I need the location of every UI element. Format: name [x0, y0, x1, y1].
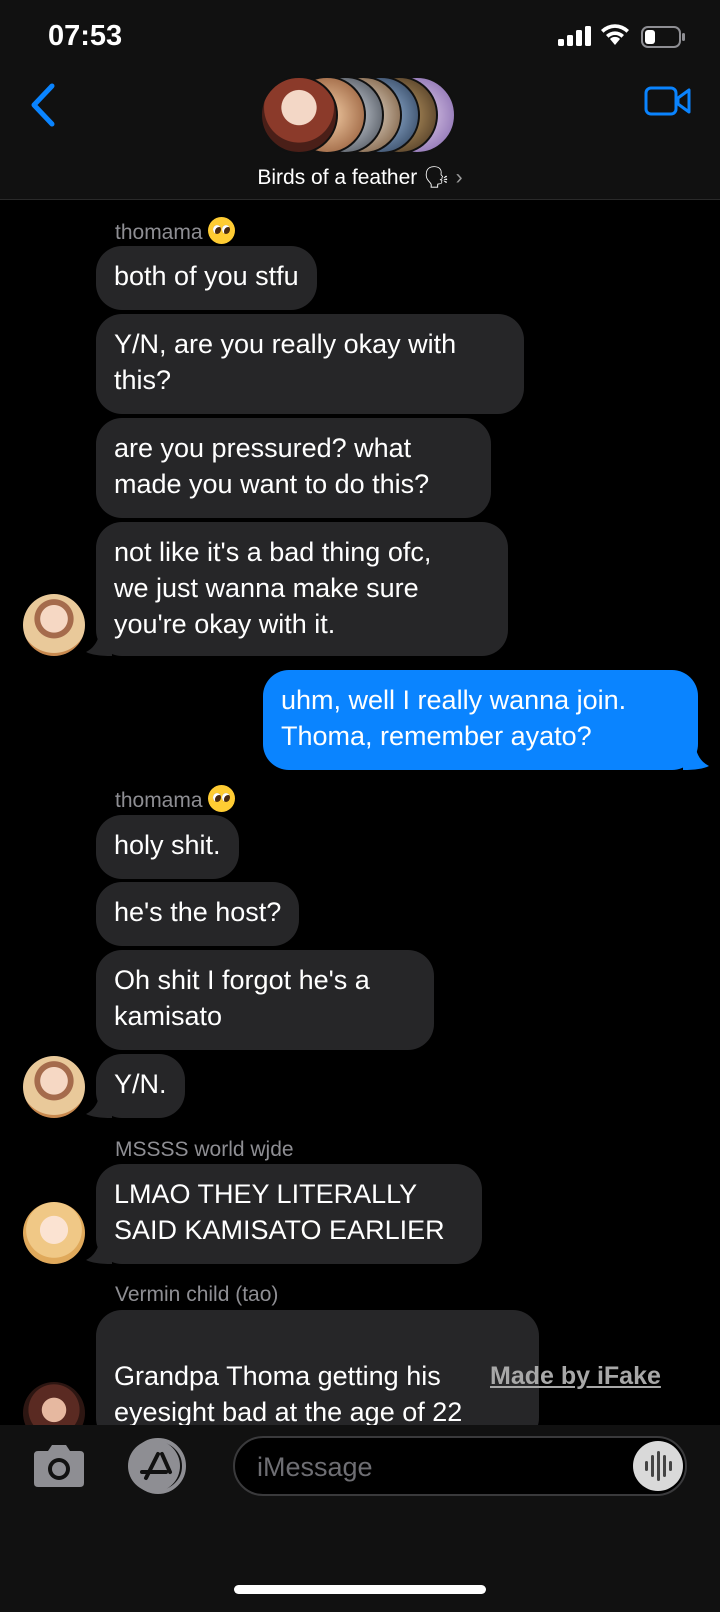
wifi-icon: [601, 24, 629, 45]
message-input[interactable]: [255, 1446, 619, 1488]
message-bubble[interactable]: not like it's a bad thing ofc, we just w…: [96, 522, 508, 656]
sender-name: Vermin child (tao): [115, 1283, 279, 1306]
cellular-signal-icon: [558, 26, 591, 46]
group-avatar-stack[interactable]: [260, 76, 456, 156]
app-store-icon[interactable]: [124, 1438, 192, 1494]
battery-icon: [641, 26, 685, 48]
message-bubble[interactable]: Oh shit I forgot he's a kamisato: [96, 950, 434, 1050]
watermark-made-by-ifake: Made by iFake: [490, 1362, 661, 1390]
header-foreground: 07:53 Birds of a feather 🗣 ›: [0, 0, 720, 199]
status-time-fg: 07:53: [48, 20, 123, 52]
group-title[interactable]: Birds of a feather 🗣 ›: [0, 166, 720, 190]
message-bubble[interactable]: Grandpa Thoma getting his eyesight bad a…: [96, 1310, 539, 1463]
video-call-icon[interactable]: [644, 84, 692, 118]
pleading-face-emoji: [208, 217, 236, 244]
home-indicator: [234, 1585, 486, 1594]
bubble-tail: [86, 1092, 112, 1118]
sender-name: thomama: [115, 785, 236, 813]
pleading-face-emoji: [208, 785, 236, 812]
sender-name: thomama: [115, 217, 236, 245]
message-bubble-outgoing[interactable]: uhm, well I really wanna join. Thoma, re…: [263, 670, 698, 770]
group-name: Birds of a feather: [257, 166, 418, 189]
camera-icon[interactable]: [30, 1443, 88, 1489]
bubble-tail: [86, 1238, 112, 1264]
waveform-icon: [645, 1451, 672, 1481]
message-input-field[interactable]: [233, 1436, 687, 1496]
back-chevron-icon[interactable]: [24, 80, 64, 130]
sender-avatar-mssss[interactable]: [23, 1202, 85, 1264]
message-bubble[interactable]: Y/N, are you really okay with this?: [96, 314, 524, 414]
bubble-tail-outgoing: [683, 744, 709, 770]
member-avatar: [260, 76, 338, 154]
sender-avatar-thomama[interactable]: [23, 1056, 85, 1118]
message-bubble[interactable]: LMAO THEY LITERALLY SAID KAMISATO EARLIE…: [96, 1164, 482, 1264]
sender-avatar-thomama[interactable]: [23, 594, 85, 656]
message-bubble[interactable]: he's the host?: [96, 882, 300, 946]
speaking-head-emoji: 🗣: [423, 166, 450, 189]
bubble-tail: [86, 630, 112, 656]
message-bubble[interactable]: are you pressured? what made you want to…: [96, 418, 491, 518]
chevron-right-icon: ›: [455, 166, 463, 189]
sender-name: MSSSS world wjde: [115, 1138, 294, 1161]
audio-message-button[interactable]: [633, 1441, 683, 1491]
message-bubble[interactable]: holy shit.: [96, 815, 239, 879]
message-bubble[interactable]: both of you stfu: [96, 246, 317, 310]
